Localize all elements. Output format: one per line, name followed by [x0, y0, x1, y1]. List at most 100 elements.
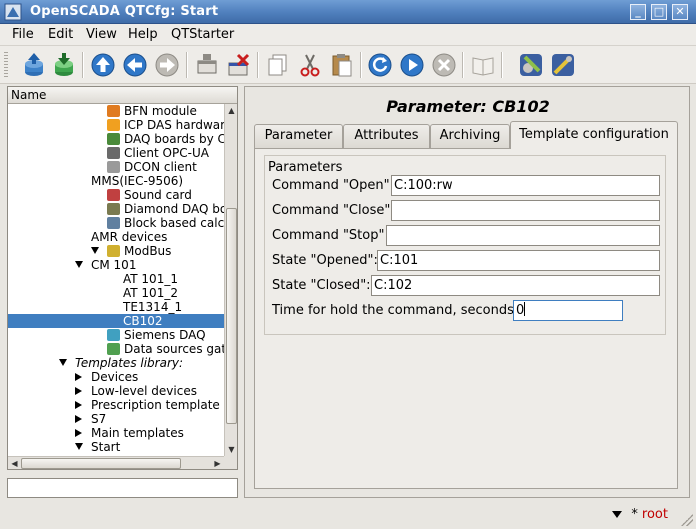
tree-hscroll-thumb[interactable]: [21, 458, 181, 469]
hold-time-field[interactable]: 0: [513, 300, 623, 321]
tree-header-name[interactable]: Name: [8, 87, 237, 104]
tree-vscroll-thumb[interactable]: [226, 208, 237, 424]
user-menu-arrow-icon[interactable]: [612, 511, 622, 518]
menu-edit[interactable]: Edit: [48, 27, 73, 42]
status-user[interactable]: * root: [631, 507, 668, 522]
navigation-tree[interactable]: Name BFN module ICP DAS hardware DAQ board…: [7, 86, 238, 470]
tree-item[interactable]: DAQ boards by Co: [8, 132, 224, 146]
add-item-icon[interactable]: [193, 51, 221, 79]
collapsed-arrow-icon[interactable]: [75, 415, 82, 423]
forward-icon[interactable]: [153, 51, 181, 79]
tree-vertical-scrollbar[interactable]: ▲ ▼: [224, 104, 237, 456]
collapsed-arrow-icon[interactable]: [75, 401, 82, 409]
manual-icon[interactable]: [469, 51, 497, 79]
menu-help[interactable]: Help: [128, 27, 158, 42]
tree-filter-input[interactable]: [7, 478, 238, 498]
tree-item[interactable]: Sound card: [8, 188, 224, 202]
tree-item[interactable]: Data sources gate: [8, 342, 224, 356]
tree-item-label: DAQ boards by Co: [124, 132, 224, 146]
tree-item[interactable]: CB102: [8, 314, 224, 328]
delete-item-icon[interactable]: [225, 51, 253, 79]
up-icon[interactable]: [89, 51, 117, 79]
tab-archiving[interactable]: Archiving: [430, 124, 510, 148]
tree-item[interactable]: DCON client: [8, 160, 224, 174]
start-icon[interactable]: [398, 51, 426, 79]
tree-item[interactable]: Templates library:: [8, 356, 224, 370]
menu-view[interactable]: View: [86, 27, 117, 42]
tree-item[interactable]: Diamond DAQ boa: [8, 202, 224, 216]
db-save-icon[interactable]: [50, 51, 78, 79]
toolbar-handle[interactable]: [4, 52, 8, 78]
tree-item-label: Main templates: [91, 426, 184, 440]
expanded-arrow-icon[interactable]: [59, 359, 67, 366]
minimize-button[interactable]: _: [630, 4, 646, 20]
tree-item[interactable]: Siemens DAQ: [8, 328, 224, 342]
tree-horizontal-scrollbar[interactable]: ◀ ▶: [8, 456, 224, 469]
tree-item[interactable]: TE1314_1: [8, 300, 224, 314]
wrench-icon[interactable]: [549, 51, 577, 79]
menu-qtstarter[interactable]: QTStarter: [171, 27, 234, 42]
toolbar-separator: [501, 52, 503, 78]
collapsed-arrow-icon[interactable]: [75, 373, 82, 381]
tree-body[interactable]: BFN module ICP DAS hardware DAQ boards by …: [8, 104, 224, 456]
tree-item[interactable]: ModBus: [8, 244, 224, 258]
cut-icon[interactable]: [296, 51, 324, 79]
app-icon[interactable]: [4, 3, 22, 21]
scroll-left-arrow-icon[interactable]: ◀: [8, 457, 21, 469]
maximize-button[interactable]: □: [651, 4, 667, 20]
tree-item[interactable]: Main templates: [8, 426, 224, 440]
tree-item-label: MMS(IEC-9506): [91, 174, 184, 188]
tree-item-label: Low-level devices: [91, 384, 197, 398]
scroll-down-arrow-icon[interactable]: ▼: [225, 443, 237, 456]
tree-item[interactable]: AMR devices: [8, 230, 224, 244]
tree-item[interactable]: Prescription template: [8, 398, 224, 412]
db-load-icon[interactable]: [20, 51, 48, 79]
diamond-daq-icon: [107, 203, 120, 215]
tree-item[interactable]: Client OPC-UA: [8, 146, 224, 160]
paste-icon[interactable]: [328, 51, 356, 79]
expanded-arrow-icon[interactable]: [75, 443, 83, 450]
toolbar-separator: [257, 52, 259, 78]
tree-item[interactable]: S7: [8, 412, 224, 426]
tree-item[interactable]: BFN module: [8, 104, 224, 118]
copy-icon[interactable]: [264, 51, 292, 79]
refresh-icon[interactable]: [366, 51, 394, 79]
scroll-up-arrow-icon[interactable]: ▲: [225, 104, 237, 117]
tab-template-configuration[interactable]: Template configuration: [510, 121, 678, 149]
gear-wrench-icon[interactable]: [517, 51, 545, 79]
page-title: Parameter: CB102: [386, 97, 550, 116]
expanded-arrow-icon[interactable]: [91, 247, 99, 254]
collapsed-arrow-icon[interactable]: [75, 429, 82, 437]
command-stop-field[interactable]: [386, 225, 660, 246]
hold-time-value: 0: [516, 303, 525, 318]
toolbar-separator: [186, 52, 188, 78]
tree-item[interactable]: Devices: [8, 370, 224, 384]
tree-item-label: AMR devices: [91, 230, 168, 244]
state-opened-field[interactable]: C:101: [377, 250, 660, 271]
resize-grip-icon[interactable]: [681, 514, 693, 526]
tree-item[interactable]: ICP DAS hardware: [8, 118, 224, 132]
tree-item[interactable]: MMS(IEC-9506): [8, 174, 224, 188]
back-icon[interactable]: [121, 51, 149, 79]
state-closed-field[interactable]: C:102: [371, 275, 660, 296]
window-title: OpenSCADA QTCfg: Start: [30, 4, 219, 19]
close-button[interactable]: ✕: [672, 4, 688, 20]
expanded-arrow-icon[interactable]: [75, 261, 83, 268]
command-close-field[interactable]: [391, 200, 660, 221]
tree-item-label: Sound card: [124, 188, 192, 202]
tree-item[interactable]: Low-level devices: [8, 384, 224, 398]
tree-item[interactable]: AT 101_1: [8, 272, 224, 286]
tree-item[interactable]: Block based calcu: [8, 216, 224, 230]
tab-attributes[interactable]: Attributes: [343, 124, 430, 148]
collapsed-arrow-icon[interactable]: [75, 387, 82, 395]
scroll-right-arrow-icon[interactable]: ▶: [211, 457, 224, 469]
menu-file[interactable]: File: [12, 27, 34, 42]
command-open-field[interactable]: C:100:rw: [391, 175, 660, 196]
command-close-label: Command "Close":: [272, 203, 395, 218]
stop-icon[interactable]: [430, 51, 458, 79]
tree-item[interactable]: AT 101_2: [8, 286, 224, 300]
tree-item[interactable]: Start: [8, 440, 224, 454]
tree-item-label: Start: [91, 440, 121, 454]
tree-item[interactable]: CM 101: [8, 258, 224, 272]
tab-parameter[interactable]: Parameter: [254, 124, 343, 148]
